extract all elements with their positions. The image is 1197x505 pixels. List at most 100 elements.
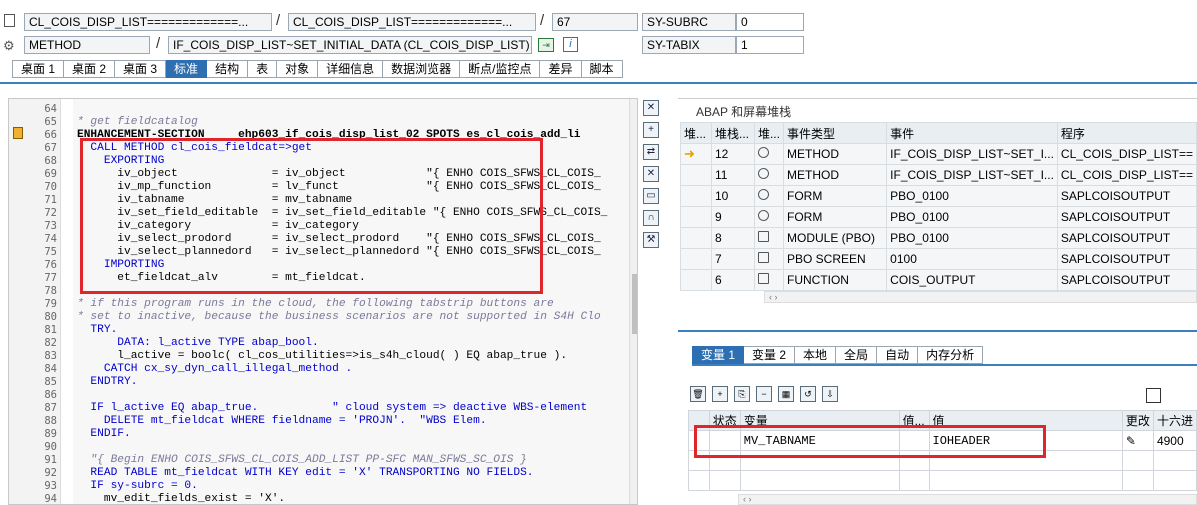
tab-script[interactable]: 脚本 bbox=[581, 60, 623, 78]
program-name: CL_COIS_DISP_LIST== bbox=[1056, 143, 1197, 165]
code-line[interactable]: IF l_active EQ abap_true. " cloud system… bbox=[77, 402, 587, 415]
col-header[interactable]: 更改 bbox=[1121, 410, 1154, 431]
code-line[interactable]: * set to inactive, because the business … bbox=[77, 311, 601, 324]
tab-data-browser[interactable]: 数据浏览器 bbox=[383, 60, 461, 78]
tab-variables-1[interactable]: 变量 1 bbox=[692, 346, 745, 364]
code-line[interactable]: CATCH cx_sy_dyn_call_illegal_method . bbox=[77, 363, 352, 376]
event-name: PBO_0100 bbox=[886, 206, 1058, 228]
tab-desktop-1[interactable]: 桌面 1 bbox=[12, 60, 65, 78]
col-header[interactable]: 堆... bbox=[680, 122, 712, 144]
arrow-icon[interactable]: ↺ bbox=[800, 386, 816, 402]
line-number: 86 bbox=[44, 389, 57, 401]
line-number: 72 bbox=[44, 207, 57, 219]
event-type-icon bbox=[757, 147, 769, 158]
col-header[interactable]: 堆栈... bbox=[710, 122, 755, 144]
code-line[interactable]: IF sy-subrc = 0. bbox=[77, 480, 197, 493]
class-field[interactable]: CL_COIS_DISP_LIST=============... bbox=[24, 13, 272, 31]
code-line[interactable]: READ TABLE mt_fieldcat WITH KEY edit = '… bbox=[77, 467, 533, 480]
event-icon bbox=[753, 164, 784, 186]
stack-row[interactable]: 8 MODULE (PBO) PBO_0100 SAPLCOISOUTPUT bbox=[680, 227, 1197, 249]
save-icon[interactable] bbox=[1146, 388, 1161, 403]
line-number: 74 bbox=[44, 233, 57, 245]
stack-hscroll[interactable]: ‹ › bbox=[764, 291, 1197, 303]
include-field[interactable]: CL_COIS_DISP_LIST=============... bbox=[288, 13, 536, 31]
tab-objects[interactable]: 对象 bbox=[277, 60, 319, 78]
stack-row[interactable]: 10 FORM PBO_0100 SAPLCOISOUTPUT bbox=[680, 185, 1197, 207]
editor-scrollbar[interactable] bbox=[629, 99, 637, 504]
headset-icon[interactable]: ∩ bbox=[643, 210, 659, 226]
line-number: 92 bbox=[44, 467, 57, 479]
stack-row[interactable]: 9 FORM PBO_0100 SAPLCOISOUTPUT bbox=[680, 206, 1197, 228]
tab-details[interactable]: 详细信息 bbox=[318, 60, 384, 78]
gear-icon: ⚙ bbox=[3, 38, 15, 53]
scrollbar-thumb[interactable] bbox=[632, 274, 637, 334]
col-header[interactable]: 事件类型 bbox=[782, 122, 888, 144]
swap-icon[interactable]: ⇄ bbox=[643, 144, 659, 160]
code-line[interactable]: DATA: l_active TYPE abap_bool. bbox=[77, 337, 318, 350]
col-header[interactable]: 事件 bbox=[886, 122, 1058, 144]
code-line[interactable]: ENDIF. bbox=[77, 428, 130, 441]
navigate-icon[interactable]: ⇥ bbox=[538, 38, 554, 52]
table-row[interactable] bbox=[688, 470, 1197, 491]
event-type-icon bbox=[757, 189, 769, 200]
code-line[interactable]: "{ Begin ENHO COIS_SFWS_CL_COIS_ADD_LIST… bbox=[77, 454, 526, 467]
code-line[interactable]: ENDTRY. bbox=[77, 376, 137, 389]
pencil-icon[interactable]: ✎ bbox=[1126, 434, 1136, 448]
tab-desktop-2[interactable]: 桌面 2 bbox=[64, 60, 116, 78]
document-icon bbox=[4, 14, 15, 27]
insert-icon[interactable]: + bbox=[712, 386, 728, 402]
tab-memory-analysis[interactable]: 内存分析 bbox=[918, 346, 984, 364]
edit-cell[interactable]: ✎ bbox=[1121, 430, 1154, 451]
breakpoint-marker-icon[interactable] bbox=[13, 127, 23, 139]
col-header[interactable]: 十六进 bbox=[1152, 410, 1197, 431]
info-icon[interactable]: i bbox=[563, 37, 578, 52]
code-line[interactable]: mv_edit_fields_exist = 'X'. bbox=[77, 493, 285, 504]
event-type-icon bbox=[757, 168, 769, 179]
tab-global[interactable]: 全局 bbox=[836, 346, 878, 364]
var-hscroll[interactable]: ‹ › bbox=[738, 494, 1197, 505]
tab-auto[interactable]: 自动 bbox=[877, 346, 919, 364]
line-number: 67 bbox=[44, 142, 57, 154]
cancel-icon[interactable]: ✕ bbox=[643, 166, 659, 182]
tab-standard[interactable]: 标准 bbox=[166, 60, 208, 78]
tab-local[interactable]: 本地 bbox=[795, 346, 837, 364]
tab-breakpoints[interactable]: 断点/监控点 bbox=[460, 60, 541, 78]
line-number: 87 bbox=[44, 402, 57, 414]
grid-icon[interactable]: ▦ bbox=[778, 386, 794, 402]
method-field[interactable]: IF_COIS_DISP_LIST~SET_INITIAL_DATA (CL_C… bbox=[168, 36, 532, 54]
stack-row[interactable]: 6 FUNCTION COIS_OUTPUT SAPLCOISOUTPUT bbox=[680, 269, 1197, 291]
code-line[interactable]: TRY. bbox=[77, 324, 117, 337]
stack-table: 堆... 堆栈... 堆... 事件类型 事件 程序 ➜ 12 METHOD IF_C… bbox=[680, 122, 1197, 291]
code-line[interactable]: DELETE mt_fieldcat WHERE fieldname = 'PR… bbox=[77, 415, 487, 428]
line-field[interactable]: 67 bbox=[552, 13, 638, 31]
stack-row[interactable]: 11 METHOD IF_COIS_DISP_LIST~SET_I... CL_COI… bbox=[680, 164, 1197, 186]
delete-icon[interactable]: 🗑 bbox=[690, 386, 706, 402]
current-marker bbox=[680, 248, 712, 270]
tab-structure[interactable]: 结构 bbox=[207, 60, 249, 78]
code-line[interactable]: * get fieldcatalog bbox=[77, 116, 198, 129]
export-icon[interactable]: ⇩ bbox=[822, 386, 838, 402]
tab-desktop-3[interactable]: 桌面 3 bbox=[115, 60, 167, 78]
remove-icon[interactable]: − bbox=[756, 386, 772, 402]
current-marker bbox=[680, 206, 712, 228]
copy-icon[interactable]: ⎘ bbox=[734, 386, 750, 402]
col-header[interactable]: 堆... bbox=[753, 122, 784, 144]
tab-table[interactable]: 表 bbox=[248, 60, 278, 78]
tab-diff[interactable]: 差异 bbox=[540, 60, 582, 78]
tab-variables-2[interactable]: 变量 2 bbox=[744, 346, 796, 364]
col-header[interactable]: 程序 bbox=[1056, 122, 1197, 144]
event-name: PBO_0100 bbox=[886, 227, 1058, 249]
stack-row[interactable]: 7 PBO SCREEN 0100 SAPLCOISOUTPUT bbox=[680, 248, 1197, 270]
event-type-icon bbox=[757, 210, 769, 221]
close-icon[interactable]: ✕ bbox=[643, 100, 659, 116]
sy-tabix-value[interactable]: 1 bbox=[736, 36, 804, 54]
stack-row[interactable]: ➜ 12 METHOD IF_COIS_DISP_LIST~SET_I... CL_CO… bbox=[680, 143, 1197, 165]
fullscreen-icon[interactable]: ▭ bbox=[643, 188, 659, 204]
type-field[interactable]: METHOD bbox=[24, 36, 150, 54]
new-icon[interactable]: + bbox=[643, 122, 659, 138]
code-line[interactable]: l_active = boolc( cl_cos_utilities=>is_s… bbox=[77, 350, 567, 363]
tools-icon[interactable]: ⚒ bbox=[643, 232, 659, 248]
sy-subrc-value[interactable]: 0 bbox=[736, 13, 804, 31]
code-line[interactable]: * if this program runs in the cloud, the… bbox=[77, 298, 554, 311]
stack-level: 6 bbox=[710, 269, 755, 291]
